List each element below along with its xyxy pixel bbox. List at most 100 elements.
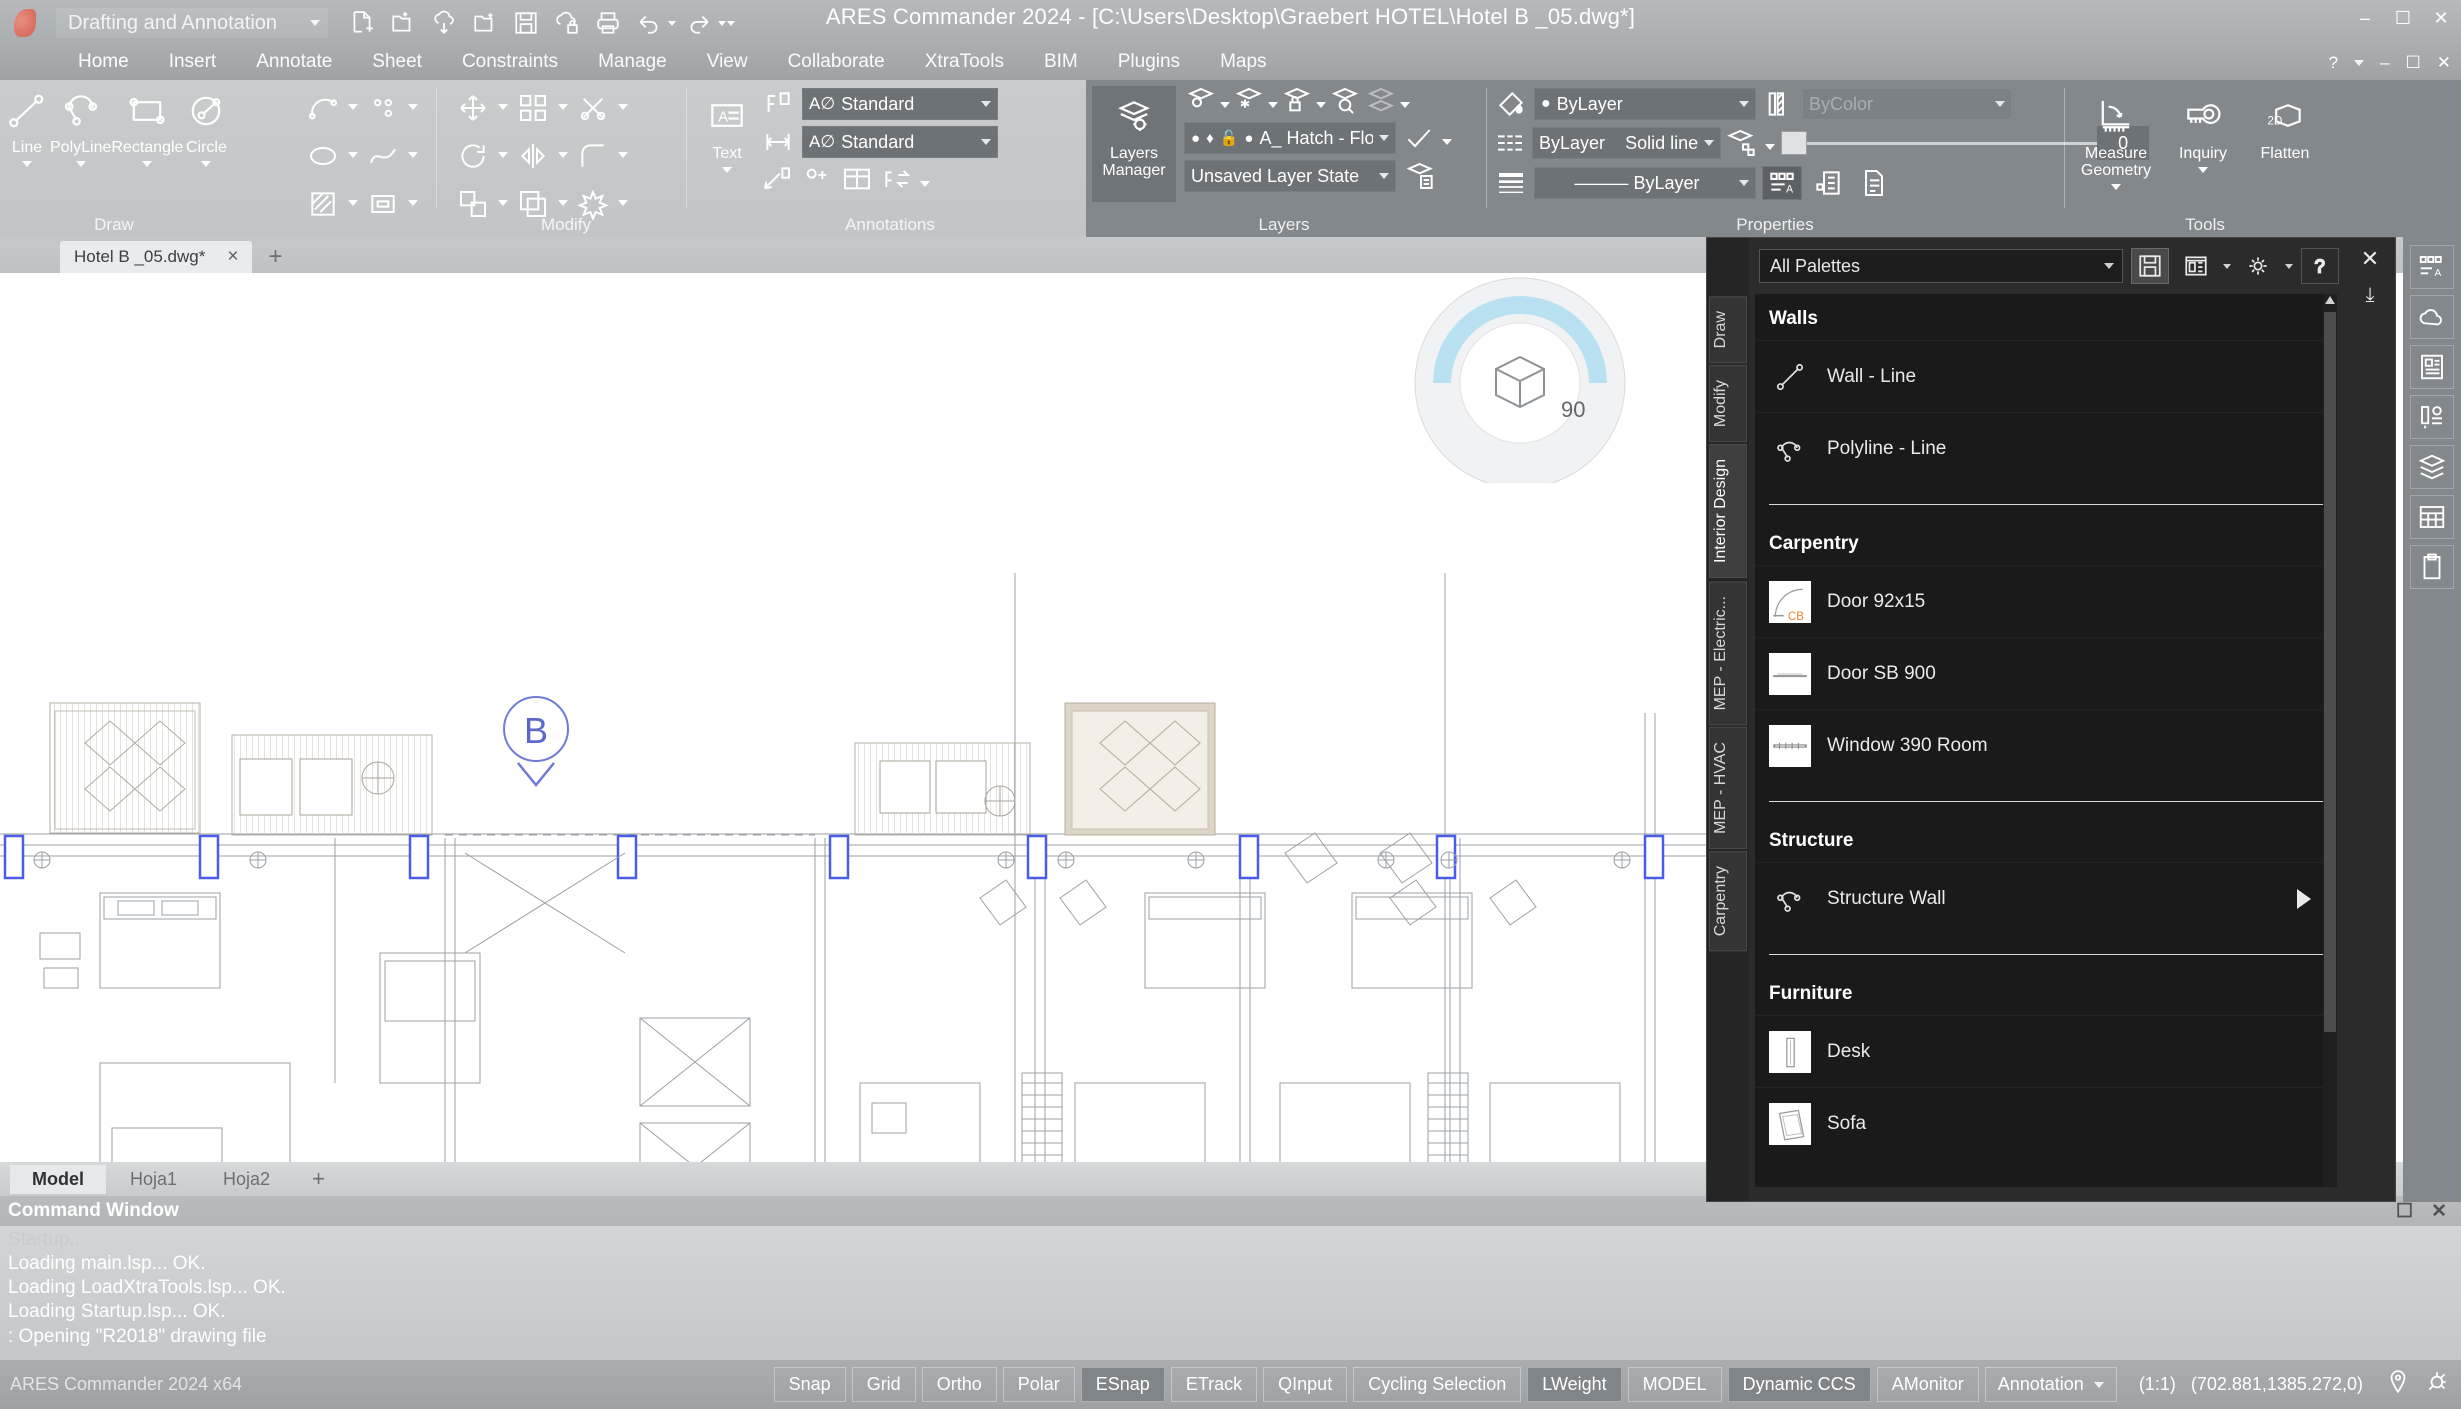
hatch-icon[interactable] (300, 182, 346, 226)
move-chevron-down-icon[interactable] (498, 104, 508, 110)
location-pin-icon[interactable] (2385, 1369, 2411, 1400)
palette-filter-combo[interactable]: All Palettes (1759, 249, 2123, 283)
point-icon[interactable] (360, 86, 406, 130)
undo-chevron-down-icon[interactable] (668, 20, 676, 26)
line-chevron-down-icon[interactable] (22, 160, 32, 167)
circle-chevron-down-icon[interactable] (201, 160, 212, 167)
rectangle-chevron-down-icon[interactable] (142, 160, 153, 167)
copy-chevron-down-icon[interactable] (558, 200, 568, 206)
match-properties-icon[interactable]: A (1762, 166, 1802, 200)
layers-manager-button[interactable]: Layers Manager (1092, 86, 1176, 202)
tab-xtratools[interactable]: XtraTools (905, 48, 1024, 78)
toggle-model[interactable]: MODEL (1627, 1367, 1722, 1402)
polyline-button[interactable]: PolyLine (50, 80, 111, 188)
open-folder-icon[interactable] (385, 5, 421, 41)
inquiry-button[interactable]: Inquiry (2162, 86, 2244, 194)
layer-isolate-icon[interactable] (1364, 86, 1398, 116)
ribbon-minimize-icon[interactable]: – (2380, 53, 2389, 73)
text-tools-icon[interactable]: A (2410, 245, 2454, 289)
print-icon[interactable] (590, 5, 626, 41)
layer-state-icon[interactable] (1404, 161, 1438, 191)
layer-freeze-icon[interactable] (1232, 86, 1266, 116)
dimension-style-icon[interactable] (760, 127, 796, 157)
sheet-set-icon[interactable] (2410, 345, 2454, 389)
tab-sheet[interactable]: Sheet (352, 48, 442, 78)
dimension-style-combo[interactable]: A∅ Standard (802, 126, 998, 158)
line-button[interactable]: Line (4, 80, 50, 188)
layers-panel-icon[interactable] (2410, 445, 2454, 489)
palette-settings-chevron-down-icon[interactable] (2285, 263, 2293, 269)
view-options-chevron-down-icon[interactable] (2223, 263, 2231, 269)
tab-bim[interactable]: BIM (1024, 48, 1098, 78)
palette-help-icon[interactable]: ? (2301, 248, 2339, 284)
clipboard-panel-icon[interactable] (2410, 545, 2454, 589)
text-style-icon[interactable] (760, 89, 796, 119)
palette-tab-modify[interactable]: Modify (1709, 365, 1747, 443)
save-icon[interactable] (508, 5, 544, 41)
fillet-chevron-down-icon[interactable] (618, 152, 628, 158)
restore-icon[interactable]: ☐ (2391, 6, 2415, 30)
transparency-chevron-down-icon[interactable] (1765, 144, 1776, 150)
layer-isolate-chevron-down-icon[interactable] (1400, 102, 1410, 108)
navigation-wheel[interactable]: 90 (1405, 273, 1635, 483)
lineweight-combo[interactable]: ——— ByLayer (1534, 167, 1756, 199)
minimize-icon[interactable]: – (2353, 6, 2377, 30)
linetype-combo[interactable]: ByLayer Solid line (1532, 127, 1722, 159)
layer-freeze-state-icon[interactable]: ♦ (1206, 130, 1214, 147)
tab-maps[interactable]: Maps (1200, 48, 1286, 78)
fillet-icon[interactable] (570, 134, 616, 178)
command-window-output[interactable]: Startup... Loading main.lsp... OK. Loadi… (0, 1226, 2461, 1349)
undo-icon[interactable] (631, 5, 667, 41)
palette-item-window-390-room[interactable]: Window 390 Room (1755, 709, 2337, 781)
add-sheet-button[interactable]: + (294, 1166, 343, 1192)
tab-collaborate[interactable]: Collaborate (768, 48, 905, 78)
palette-item-sofa[interactable]: Sofa (1755, 1087, 2337, 1159)
new-document-tab-button[interactable]: + (252, 243, 298, 273)
transparency-slider-track[interactable] (1807, 141, 2098, 145)
rotate-chevron-down-icon[interactable] (498, 152, 508, 158)
palette-item-list[interactable]: Walls Wall - Line Polyline - Line Carpen… (1755, 294, 2337, 1187)
sheet-tab-hoja1[interactable]: Hoja1 (108, 1165, 199, 1194)
explode-chevron-down-icon[interactable] (618, 200, 628, 206)
redo-icon[interactable] (681, 5, 717, 41)
trim-chevron-down-icon[interactable] (618, 104, 628, 110)
restore-icon[interactable]: ☐ (2396, 1200, 2413, 1223)
palette-item-desk[interactable]: Desk (1755, 1015, 2337, 1087)
ccs-icon[interactable] (2425, 1369, 2451, 1400)
palette-tab-mep-electric[interactable]: MEP - Electric... (1709, 580, 1747, 725)
toggle-qinput[interactable]: QInput (1263, 1367, 1348, 1402)
layer-apply-chevron-down-icon[interactable] (1442, 139, 1452, 145)
boundary-chevron-down-icon[interactable] (408, 200, 418, 206)
palette-tab-draw[interactable]: Draw (1709, 296, 1747, 364)
measure-geometry-button[interactable]: Measure Geometry (2070, 86, 2162, 194)
palette-item-door-92x15[interactable]: CB Door 92x15 (1755, 565, 2337, 637)
tab-insert[interactable]: Insert (149, 48, 237, 78)
close-icon[interactable]: × (227, 246, 238, 268)
properties-manager-icon[interactable] (1854, 166, 1894, 200)
circle-button[interactable]: Circle (183, 80, 229, 188)
sheet-tab-model[interactable]: Model (10, 1164, 106, 1194)
design-resources-icon[interactable] (2410, 395, 2454, 439)
spline-icon[interactable] (360, 134, 406, 178)
current-layer-combo[interactable]: ● ♦ 🔓 ● A_ Hatch - Floor (1184, 122, 1396, 154)
layer-lock-icon[interactable] (1280, 86, 1314, 116)
flatten-button[interactable]: 2D Flatten (2244, 86, 2326, 194)
ellipse-chevron-down-icon[interactable] (348, 152, 358, 158)
array-chevron-down-icon[interactable] (558, 104, 568, 110)
rotate-icon[interactable] (450, 134, 496, 178)
layer-color-swatch[interactable]: ● (1244, 130, 1253, 147)
scrollbar-thumb[interactable] (2324, 312, 2336, 1032)
ellipse-icon[interactable] (300, 134, 346, 178)
cloud-lock-icon[interactable] (549, 5, 585, 41)
redo-chevron-down-icon[interactable] (718, 20, 726, 26)
array-icon[interactable] (510, 86, 556, 130)
tab-manage[interactable]: Manage (578, 48, 687, 78)
toggle-polar[interactable]: Polar (1002, 1367, 1075, 1402)
layer-on-icon[interactable] (1184, 86, 1218, 116)
inquiry-chevron-down-icon[interactable] (2198, 166, 2208, 173)
help-icon[interactable]: ? (2329, 53, 2338, 73)
document-tab[interactable]: Hotel B _05.dwg* × (60, 241, 253, 273)
move-icon[interactable] (450, 86, 496, 130)
toggle-esnap[interactable]: ESnap (1080, 1367, 1165, 1402)
rectangle-button[interactable]: Rectangle (111, 80, 183, 188)
